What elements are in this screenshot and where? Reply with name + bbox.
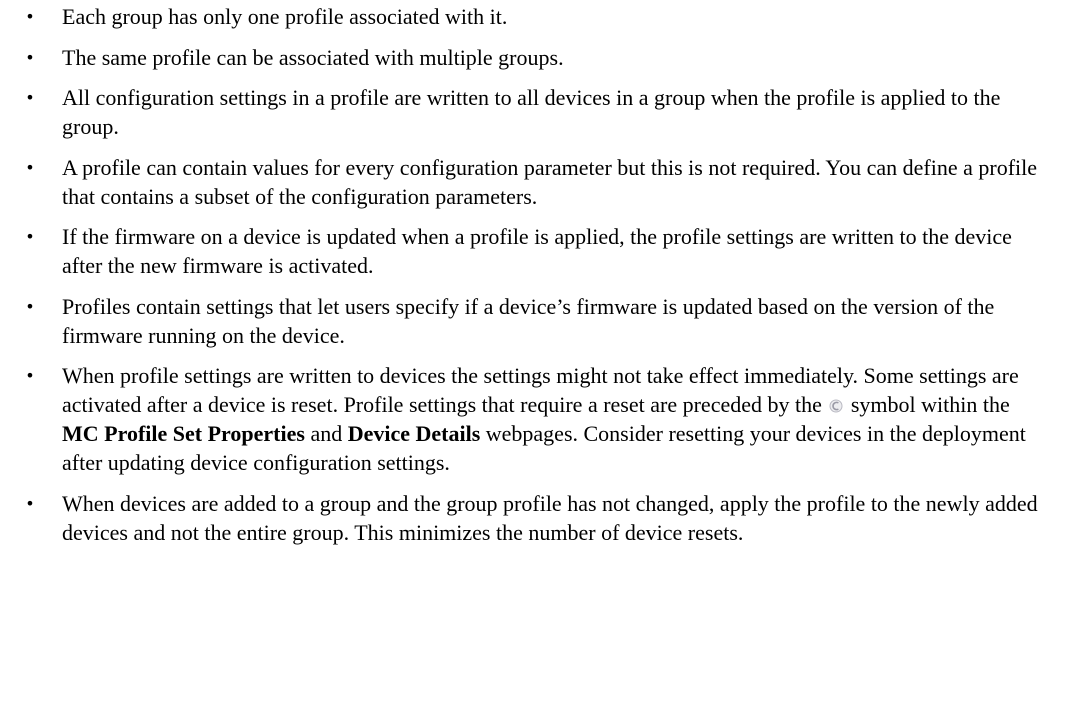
list-item-text: All configuration settings in a profile … <box>62 85 1001 139</box>
reset-note-text-3: and <box>310 421 343 446</box>
bullet-icon: • <box>25 7 35 26</box>
bullet-icon: • <box>25 227 35 246</box>
list-item: • The same profile can be associated wit… <box>0 43 1066 72</box>
list-item: • A profile can contain values for every… <box>0 153 1066 211</box>
document-page: • Each group has only one profile associ… <box>0 0 1066 711</box>
bullet-icon: • <box>25 493 35 513</box>
list-item: • Each group has only one profile associ… <box>0 2 1066 31</box>
list-item-reset-note: • When profile settings are written to d… <box>0 361 1066 477</box>
list-item: • Profiles contain settings that let use… <box>0 292 1066 350</box>
bullet-icon: • <box>25 366 35 385</box>
bullet-list: • Each group has only one profile associ… <box>0 2 1066 547</box>
list-item-text: A profile can contain values for every c… <box>62 154 1038 209</box>
list-item-text: The same profile can be associated with … <box>62 44 564 70</box>
device-details-label: Device Details <box>347 421 481 446</box>
reset-note-text-2: symbol within the <box>850 392 1010 417</box>
list-item: • When devices are added to a group and … <box>0 489 1066 547</box>
list-item-text: If the firmware on a device is updated w… <box>62 224 1012 278</box>
reset-required-icon <box>829 399 843 413</box>
list-item-text: Profiles contain settings that let users… <box>62 293 995 348</box>
bullet-icon: • <box>25 47 35 67</box>
bullet-icon: • <box>25 88 35 107</box>
list-item: • If the firmware on a device is updated… <box>0 222 1066 280</box>
bullet-icon: • <box>25 157 35 177</box>
list-item-text: Each group has only one profile associat… <box>62 4 508 29</box>
list-item-text: When devices are added to a group and th… <box>62 490 1038 545</box>
bullet-icon: • <box>25 296 35 316</box>
list-item: • All configuration settings in a profil… <box>0 83 1066 141</box>
mc-profile-set-properties-label: MC Profile Set Properties <box>62 421 305 446</box>
